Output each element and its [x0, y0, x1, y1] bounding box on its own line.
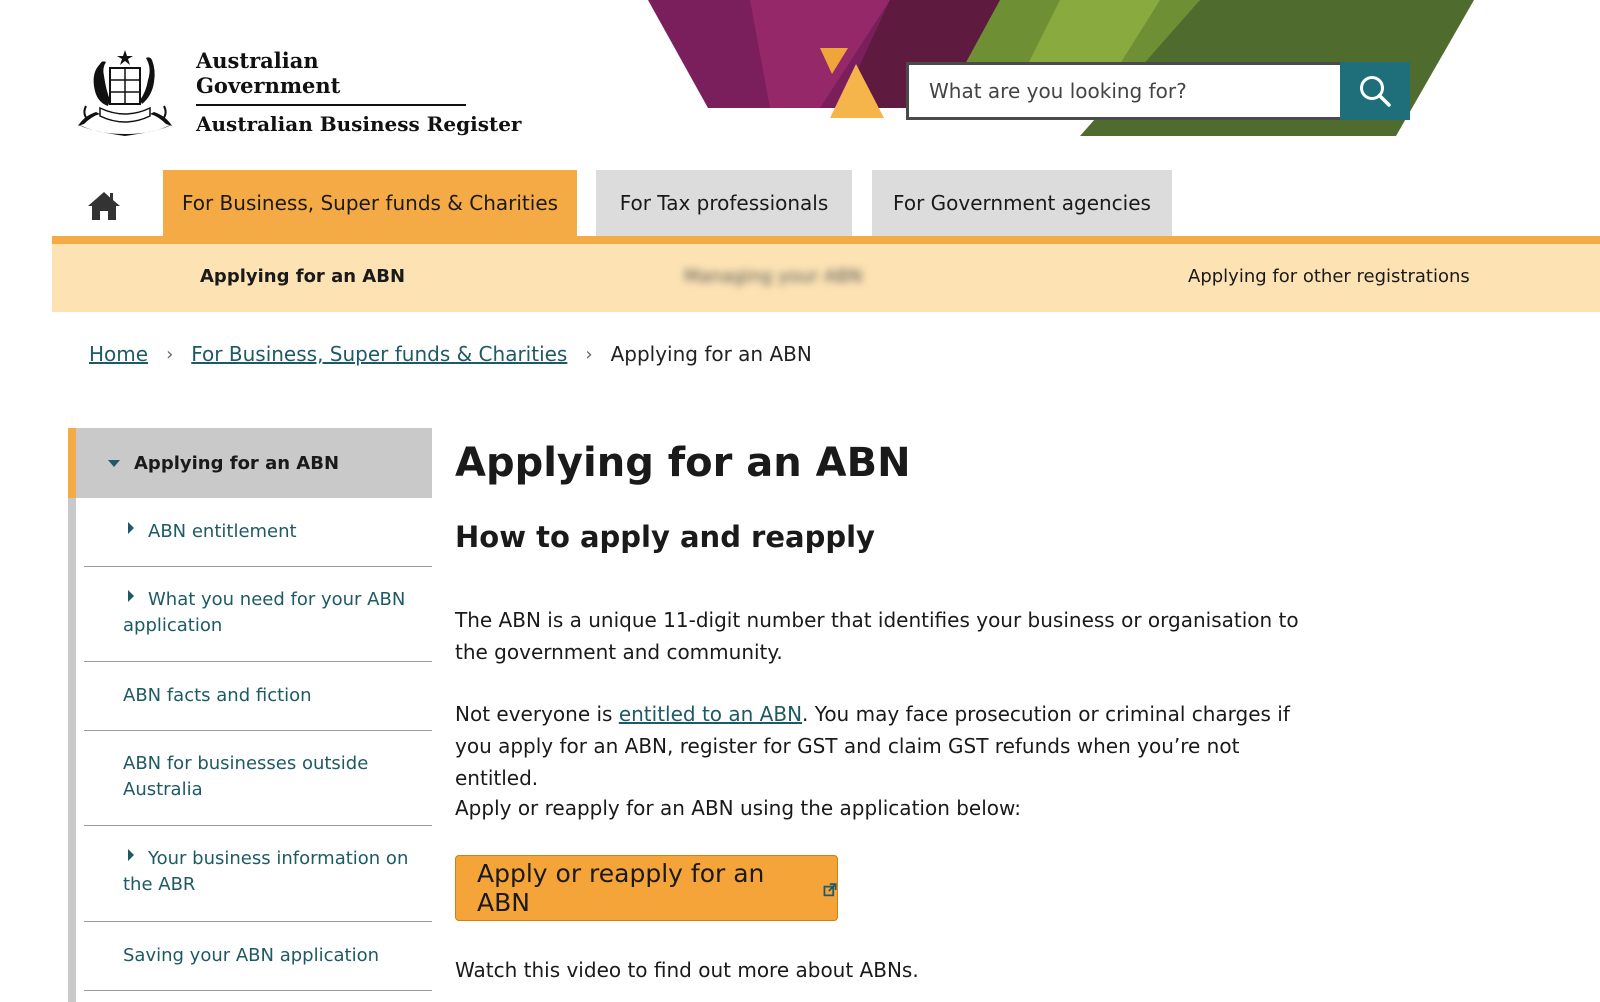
search-input[interactable]	[906, 62, 1340, 120]
subnav-applying-abn[interactable]: Applying for an ABN	[200, 266, 405, 287]
caret-right-icon	[128, 849, 134, 861]
text-fragment: Not everyone is	[455, 702, 619, 726]
search-button[interactable]	[1340, 62, 1410, 120]
sidebar-item-label: What you need for your ABN application	[123, 589, 406, 636]
breadcrumb-section-link[interactable]: For Business, Super funds & Charities	[191, 342, 567, 366]
site-logo[interactable]: Australian Government Australian Busines…	[66, 46, 521, 138]
home-button[interactable]	[86, 190, 122, 222]
subnav-managing-abn[interactable]: Managing your ABN	[684, 266, 862, 287]
external-link-icon	[823, 883, 837, 897]
logo-text: Australian Government Australian Busines…	[196, 48, 521, 136]
page-title: Applying for an ABN	[455, 440, 911, 486]
video-intro: Watch this video to find out more about …	[455, 958, 919, 982]
site-search	[906, 62, 1410, 120]
sidebar-item-label: ABN for businesses outside Australia	[123, 753, 369, 800]
sidebar-item-label: ABN facts and fiction	[123, 685, 312, 706]
sub-navigation: Applying for an ABN Managing your ABN Ap…	[52, 244, 1600, 312]
gov-name: Australian Government	[196, 48, 466, 106]
sidebar-item-facts-fiction[interactable]: ABN facts and fiction	[84, 662, 432, 731]
breadcrumb-home-link[interactable]: Home	[89, 342, 148, 366]
sidebar-item-business-info[interactable]: Your business information on the ABR	[84, 826, 432, 922]
sidebar-heading-label: Applying for an ABN	[134, 452, 340, 474]
sidebar-item-saving-application[interactable]: Saving your ABN application	[84, 922, 432, 991]
site-header: Australian Government Australian Busines…	[0, 0, 1600, 168]
home-icon	[88, 192, 120, 220]
main-navigation: For Business, Super funds & Charities Fo…	[52, 170, 1600, 236]
apply-instruction: Apply or reapply for an ABN using the ap…	[455, 796, 1022, 820]
chevron-right-icon: ›	[585, 343, 593, 365]
apply-abn-button[interactable]: Apply or reapply for an ABN	[455, 855, 838, 921]
apply-button-label: Apply or reapply for an ABN	[477, 859, 765, 917]
org-name: Australian Business Register	[196, 112, 522, 136]
sidebar-item-what-you-need[interactable]: What you need for your ABN application	[84, 567, 432, 662]
tab-business-super-charities[interactable]: For Business, Super funds & Charities	[163, 170, 577, 236]
caret-down-icon	[108, 459, 120, 467]
sidebar-item-label: Your business information on the ABR	[123, 848, 409, 895]
section-heading: How to apply and reapply	[455, 520, 875, 554]
nav-accent-bar	[52, 236, 1600, 244]
sidebar-item-label: Saving your ABN application	[123, 945, 379, 966]
chevron-right-icon: ›	[166, 343, 174, 365]
abn-description: The ABN is a unique 11-digit number that…	[455, 608, 1299, 664]
search-icon	[1360, 76, 1391, 107]
sidebar-item-label: ABN entitlement	[148, 521, 297, 542]
tab-government-agencies[interactable]: For Government agencies	[872, 170, 1172, 236]
breadcrumb: Home › For Business, Super funds & Chari…	[89, 342, 812, 366]
caret-right-icon	[128, 590, 134, 602]
sidebar-heading[interactable]: Applying for an ABN	[68, 428, 432, 498]
entitled-to-abn-link[interactable]: entitled to an ABN	[619, 702, 802, 726]
tab-tax-professionals[interactable]: For Tax professionals	[596, 170, 852, 236]
sidebar-item-abn-entitlement[interactable]: ABN entitlement	[84, 498, 432, 567]
breadcrumb-current: Applying for an ABN	[610, 342, 812, 366]
sidebar-nav: Applying for an ABN ABN entitlement What…	[68, 428, 432, 1002]
entitlement-warning: Not everyone is entitled to an ABN. You …	[455, 698, 1315, 794]
sidebar-item-outside-australia[interactable]: ABN for businesses outside Australia	[84, 731, 432, 826]
commonwealth-coat-of-arms-icon	[78, 50, 172, 136]
caret-right-icon	[128, 522, 134, 534]
subnav-other-registrations[interactable]: Applying for other registrations	[1188, 266, 1470, 287]
